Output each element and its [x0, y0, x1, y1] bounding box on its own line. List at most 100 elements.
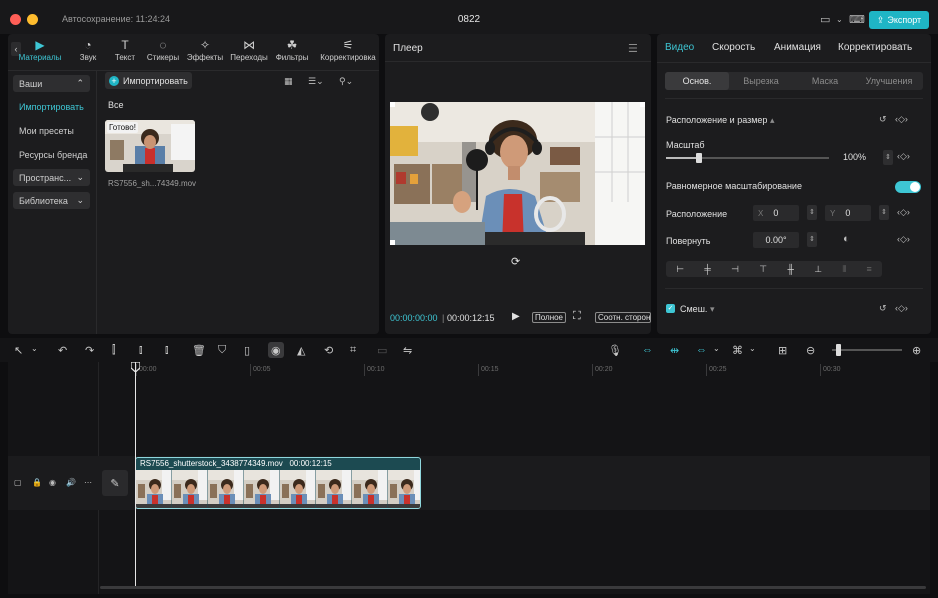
preview-axis-icon[interactable]: ⌘ [732, 344, 743, 357]
timeline-clip[interactable]: RS7556_shutterstock_3438774349.mov 00:00… [135, 457, 421, 509]
grid-view-icon[interactable]: ▦ [284, 76, 293, 87]
zoom-out-icon[interactable]: ⊖ [806, 344, 815, 357]
sidebar-item-brand[interactable]: Ресурсы бренда [13, 146, 90, 163]
subtab-basic[interactable]: Основ. [665, 72, 729, 90]
rotate-dial-icon[interactable]: ◐ [843, 233, 850, 245]
import-button[interactable]: + Импортировать [105, 72, 192, 89]
export-button[interactable]: ⇪ Экспорт [869, 11, 929, 29]
align-center-h-icon[interactable]: ╪ [704, 264, 710, 274]
split-left-icon[interactable]: ⫾ [139, 344, 143, 357]
more-icon[interactable]: ⋯ [84, 478, 92, 487]
split-right-icon[interactable]: ⫾ [165, 344, 169, 357]
sidebar-item-presets[interactable]: Мои пресеты [13, 122, 90, 139]
play-circle-icon[interactable]: ◉ [271, 344, 281, 357]
tab-text[interactable]: T Текст [105, 38, 145, 66]
section-position-size[interactable]: Расположение и размер ▴ [666, 115, 775, 126]
subtab-mask[interactable]: Маска [793, 72, 857, 90]
chevron-down-icon[interactable]: ⌄ [713, 344, 720, 353]
timeline[interactable]: 00:00 00:05 00:10 00:15 00:20 00:25 00:30 ▢ 🔒 … [8, 362, 930, 594]
rotate-stepper[interactable]: ⇕ [807, 232, 817, 247]
filter-icon[interactable]: ⚲⌄ [339, 76, 353, 87]
select-cursor-icon[interactable]: ↖ [14, 344, 23, 357]
delete-icon[interactable]: 🗑 [192, 344, 206, 357]
position-x-stepper[interactable]: ⇕ [807, 205, 817, 220]
sidebar-item-yours[interactable]: Ваши ⌃ [13, 75, 90, 92]
chevron-down-icon[interactable]: ⌄ [31, 344, 38, 353]
keyframe-nav-icon[interactable]: ‹◇› [897, 207, 910, 218]
align-right-icon[interactable]: ⊣ [731, 264, 739, 275]
tab-filters[interactable]: ☘ Фильтры [272, 38, 312, 66]
keyframe-nav-icon[interactable]: ‹◇› [897, 151, 910, 162]
layout-icon[interactable]: ▭ [820, 13, 830, 26]
tab-transitions[interactable]: ⋈ Переходы [229, 38, 269, 66]
lock-icon[interactable]: 🔒 [32, 478, 42, 487]
tab-effects[interactable]: ✧ Эффекты [185, 38, 225, 66]
split-icon[interactable]: ⫿ [112, 344, 116, 357]
sort-icon[interactable]: ☰⌄ [308, 76, 324, 87]
media-thumbnail[interactable]: Готово! [105, 120, 195, 172]
time-ruler[interactable]: 00:00 00:05 00:10 00:15 00:20 00:25 00:30 [100, 362, 930, 378]
video-preview[interactable] [390, 102, 645, 245]
keyframe-nav-icon[interactable]: ‹◇› [895, 114, 908, 125]
main-track-magnet-icon[interactable]: ⇔ [642, 344, 653, 356]
playhead[interactable] [135, 362, 136, 588]
tab-video[interactable]: Видео [665, 42, 694, 53]
align-top-icon[interactable]: ⊤ [759, 264, 767, 275]
fit-timeline-icon[interactable]: ⊞ [778, 344, 787, 357]
blend-section[interactable]: Смеш. ▾ [680, 304, 714, 315]
crop-handle[interactable] [640, 102, 645, 107]
tab-animation[interactable]: Анимация [774, 42, 821, 53]
layout-chevron-icon[interactable]: ⌄ [836, 15, 843, 24]
linkage-icon[interactable]: ⇔ [696, 344, 707, 356]
volume-icon[interactable]: 🔊 [66, 478, 76, 487]
shortcuts-icon[interactable]: ⌨ [849, 13, 865, 26]
distribute-v-icon[interactable]: ≡ [867, 264, 872, 274]
redo-icon[interactable]: ↷ [85, 344, 94, 357]
sidebar-item-library[interactable]: Библиотека ⌄ [13, 192, 90, 209]
tab-audio[interactable]: ◔ Звук [68, 38, 108, 66]
undo-icon[interactable]: ↶ [58, 344, 67, 357]
zoom-in-icon[interactable]: ⊕ [912, 344, 921, 357]
scale-stepper[interactable]: ⇕ [883, 150, 893, 165]
blend-checkbox[interactable]: ✓ [666, 304, 675, 313]
position-y-field[interactable]: Y 0 [825, 205, 871, 221]
scale-slider-handle[interactable] [696, 153, 702, 163]
timeline-zoom-handle[interactable] [836, 344, 841, 356]
subtab-cutout[interactable]: Вырезка [729, 72, 793, 90]
tab-stickers[interactable]: ◌ Стикеры [143, 38, 183, 66]
crop-handle[interactable] [390, 240, 395, 245]
sidebar-item-spaces[interactable]: Пространс... ⌄ [13, 169, 90, 186]
freeze-frame-icon[interactable]: ▯ [244, 344, 250, 357]
rotate-field[interactable]: 0.00° [753, 232, 799, 248]
crop-handle[interactable] [390, 102, 395, 107]
menu-icon[interactable]: ☰ [628, 42, 638, 55]
reset-icon[interactable]: ↺ [879, 303, 887, 314]
tab-adjust[interactable]: ⚟ Корректировка [320, 38, 376, 66]
position-y-stepper[interactable]: ⇕ [879, 205, 889, 220]
timeline-zoom-slider[interactable] [832, 349, 902, 351]
subtab-enhance[interactable]: Улучшения [857, 72, 921, 90]
microphone-icon[interactable]: 🎙 [608, 344, 622, 357]
align-left-icon[interactable]: ⊢ [676, 264, 684, 275]
playhead-handle[interactable] [131, 362, 140, 372]
cover-edit-button[interactable]: ✎ [102, 470, 128, 496]
reverse-icon[interactable]: ⇋ [403, 344, 412, 357]
crop-icon[interactable]: ⌗ [350, 344, 356, 357]
horizontal-scrollbar[interactable] [100, 586, 926, 589]
quality-button[interactable]: Полное [532, 312, 567, 323]
mirror-icon[interactable]: ◭ [297, 344, 305, 357]
distribute-h-icon[interactable]: ⫴ [842, 264, 846, 275]
scale-value[interactable]: 100% [843, 152, 866, 162]
auto-snap-icon[interactable]: ⇹ [670, 344, 679, 357]
rotate-tool-icon[interactable]: ⟲ [324, 344, 333, 357]
marker-icon[interactable]: ⛉ [218, 344, 226, 357]
smart-crop-icon[interactable]: ▭ [377, 344, 387, 357]
sidebar-item-import[interactable]: Импортировать [13, 98, 90, 115]
align-center-v-icon[interactable]: ╫ [787, 264, 793, 274]
fit-screen-icon[interactable]: ⛶ [573, 310, 581, 323]
tab-media[interactable]: ▶ Материалы [19, 38, 62, 66]
crop-handle[interactable] [640, 240, 645, 245]
position-x-field[interactable]: X 0 [753, 205, 799, 221]
aspect-ratio-button[interactable]: Соотн. сторон [595, 312, 651, 323]
tab-adjust[interactable]: Корректировать [838, 42, 912, 53]
